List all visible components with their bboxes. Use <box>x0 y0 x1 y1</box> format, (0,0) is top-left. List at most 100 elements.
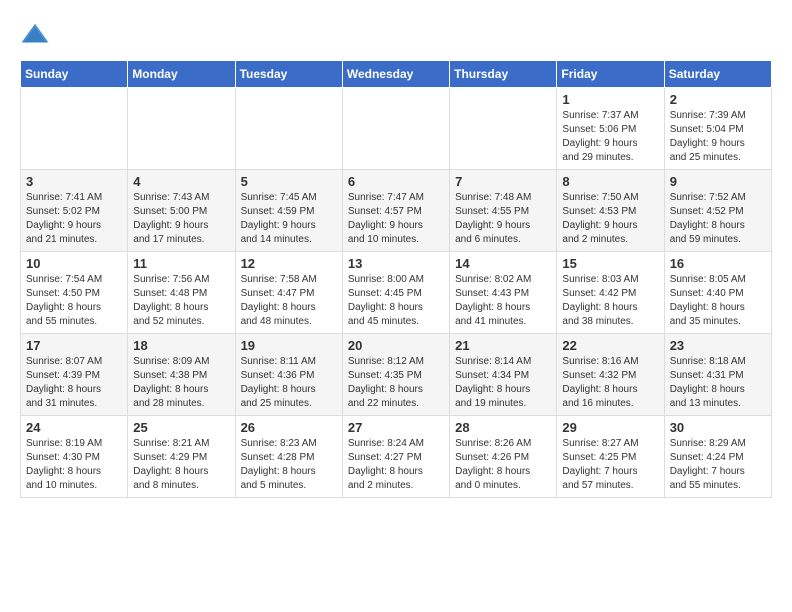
day-number: 5 <box>241 174 337 189</box>
day-info: Sunrise: 8:23 AM Sunset: 4:28 PM Dayligh… <box>241 437 337 493</box>
weekday-header: Sunday <box>21 61 128 88</box>
day-info: Sunrise: 7:52 AM Sunset: 4:52 PM Dayligh… <box>670 191 766 247</box>
calendar-cell: 15 Sunrise: 8:03 AM Sunset: 4:42 PM Dayli… <box>557 252 664 334</box>
day-info: Sunrise: 7:37 AM Sunset: 5:06 PM Dayligh… <box>562 109 658 165</box>
calendar-week-row: 17 Sunrise: 8:07 AM Sunset: 4:39 PM Dayli… <box>21 334 772 416</box>
calendar-table: SundayMondayTuesdayWednesdayThursdayFrid… <box>20 60 772 498</box>
calendar-cell: 14 Sunrise: 8:02 AM Sunset: 4:43 PM Dayli… <box>450 252 557 334</box>
calendar-cell: 4 Sunrise: 7:43 AM Sunset: 5:00 PM Daylig… <box>128 170 235 252</box>
calendar-cell <box>128 88 235 170</box>
calendar-cell: 8 Sunrise: 7:50 AM Sunset: 4:53 PM Daylig… <box>557 170 664 252</box>
weekday-header: Friday <box>557 61 664 88</box>
day-info: Sunrise: 8:26 AM Sunset: 4:26 PM Dayligh… <box>455 437 551 493</box>
day-number: 1 <box>562 92 658 107</box>
day-info: Sunrise: 8:29 AM Sunset: 4:24 PM Dayligh… <box>670 437 766 493</box>
page-header <box>20 20 772 50</box>
logo <box>20 20 55 50</box>
calendar-cell: 29 Sunrise: 8:27 AM Sunset: 4:25 PM Dayli… <box>557 416 664 498</box>
weekday-header: Saturday <box>664 61 771 88</box>
day-number: 23 <box>670 338 766 353</box>
calendar-cell: 20 Sunrise: 8:12 AM Sunset: 4:35 PM Dayli… <box>342 334 449 416</box>
calendar-cell: 21 Sunrise: 8:14 AM Sunset: 4:34 PM Dayli… <box>450 334 557 416</box>
day-info: Sunrise: 8:14 AM Sunset: 4:34 PM Dayligh… <box>455 355 551 411</box>
day-info: Sunrise: 7:39 AM Sunset: 5:04 PM Dayligh… <box>670 109 766 165</box>
calendar-cell: 5 Sunrise: 7:45 AM Sunset: 4:59 PM Daylig… <box>235 170 342 252</box>
day-info: Sunrise: 7:43 AM Sunset: 5:00 PM Dayligh… <box>133 191 229 247</box>
day-info: Sunrise: 8:19 AM Sunset: 4:30 PM Dayligh… <box>26 437 122 493</box>
calendar-cell: 7 Sunrise: 7:48 AM Sunset: 4:55 PM Daylig… <box>450 170 557 252</box>
calendar-header-row: SundayMondayTuesdayWednesdayThursdayFrid… <box>21 61 772 88</box>
calendar-cell: 16Sunrise: 8:05 AM Sunset: 4:40 PM Dayli… <box>664 252 771 334</box>
calendar-cell: 24 Sunrise: 8:19 AM Sunset: 4:30 PM Dayli… <box>21 416 128 498</box>
day-info: Sunrise: 7:45 AM Sunset: 4:59 PM Dayligh… <box>241 191 337 247</box>
day-info: Sunrise: 8:21 AM Sunset: 4:29 PM Dayligh… <box>133 437 229 493</box>
day-info: Sunrise: 8:12 AM Sunset: 4:35 PM Dayligh… <box>348 355 444 411</box>
day-number: 2 <box>670 92 766 107</box>
day-number: 3 <box>26 174 122 189</box>
calendar-cell: 22Sunrise: 8:16 AM Sunset: 4:32 PM Dayli… <box>557 334 664 416</box>
logo-icon <box>20 20 50 50</box>
day-number: 27 <box>348 420 444 435</box>
day-number: 11 <box>133 256 229 271</box>
calendar-cell <box>235 88 342 170</box>
calendar-cell: 9 Sunrise: 7:52 AM Sunset: 4:52 PM Daylig… <box>664 170 771 252</box>
calendar-cell: 6 Sunrise: 7:47 AM Sunset: 4:57 PM Daylig… <box>342 170 449 252</box>
day-info: Sunrise: 7:48 AM Sunset: 4:55 PM Dayligh… <box>455 191 551 247</box>
calendar-cell: 10Sunrise: 7:54 AM Sunset: 4:50 PM Dayli… <box>21 252 128 334</box>
day-number: 9 <box>670 174 766 189</box>
day-info: Sunrise: 8:00 AM Sunset: 4:45 PM Dayligh… <box>348 273 444 329</box>
weekday-header: Wednesday <box>342 61 449 88</box>
day-info: Sunrise: 7:56 AM Sunset: 4:48 PM Dayligh… <box>133 273 229 329</box>
day-number: 17 <box>26 338 122 353</box>
day-info: Sunrise: 8:11 AM Sunset: 4:36 PM Dayligh… <box>241 355 337 411</box>
day-info: Sunrise: 7:41 AM Sunset: 5:02 PM Dayligh… <box>26 191 122 247</box>
day-info: Sunrise: 8:16 AM Sunset: 4:32 PM Dayligh… <box>562 355 658 411</box>
day-number: 25 <box>133 420 229 435</box>
calendar-cell: 26 Sunrise: 8:23 AM Sunset: 4:28 PM Dayli… <box>235 416 342 498</box>
day-number: 18 <box>133 338 229 353</box>
day-number: 30 <box>670 420 766 435</box>
calendar-cell: 1 Sunrise: 7:37 AM Sunset: 5:06 PM Daylig… <box>557 88 664 170</box>
day-info: Sunrise: 8:07 AM Sunset: 4:39 PM Dayligh… <box>26 355 122 411</box>
calendar-cell: 25 Sunrise: 8:21 AM Sunset: 4:29 PM Dayli… <box>128 416 235 498</box>
day-info: Sunrise: 8:05 AM Sunset: 4:40 PM Dayligh… <box>670 273 766 329</box>
day-info: Sunrise: 8:02 AM Sunset: 4:43 PM Dayligh… <box>455 273 551 329</box>
day-number: 24 <box>26 420 122 435</box>
day-number: 19 <box>241 338 337 353</box>
day-number: 20 <box>348 338 444 353</box>
calendar-cell: 27Sunrise: 8:24 AM Sunset: 4:27 PM Dayli… <box>342 416 449 498</box>
weekday-header: Monday <box>128 61 235 88</box>
day-number: 7 <box>455 174 551 189</box>
day-info: Sunrise: 7:50 AM Sunset: 4:53 PM Dayligh… <box>562 191 658 247</box>
day-number: 21 <box>455 338 551 353</box>
calendar-week-row: 3 Sunrise: 7:41 AM Sunset: 5:02 PM Daylig… <box>21 170 772 252</box>
day-number: 8 <box>562 174 658 189</box>
calendar-cell: 23 Sunrise: 8:18 AM Sunset: 4:31 PM Dayli… <box>664 334 771 416</box>
day-number: 6 <box>348 174 444 189</box>
day-info: Sunrise: 7:47 AM Sunset: 4:57 PM Dayligh… <box>348 191 444 247</box>
day-number: 14 <box>455 256 551 271</box>
calendar-cell: 3 Sunrise: 7:41 AM Sunset: 5:02 PM Daylig… <box>21 170 128 252</box>
day-info: Sunrise: 7:54 AM Sunset: 4:50 PM Dayligh… <box>26 273 122 329</box>
day-number: 28 <box>455 420 551 435</box>
calendar-cell: 19 Sunrise: 8:11 AM Sunset: 4:36 PM Dayli… <box>235 334 342 416</box>
day-info: Sunrise: 7:58 AM Sunset: 4:47 PM Dayligh… <box>241 273 337 329</box>
day-number: 29 <box>562 420 658 435</box>
calendar-cell <box>450 88 557 170</box>
calendar-cell <box>342 88 449 170</box>
calendar-week-row: 24 Sunrise: 8:19 AM Sunset: 4:30 PM Dayli… <box>21 416 772 498</box>
calendar-cell: 13 Sunrise: 8:00 AM Sunset: 4:45 PM Dayli… <box>342 252 449 334</box>
day-number: 13 <box>348 256 444 271</box>
day-info: Sunrise: 8:09 AM Sunset: 4:38 PM Dayligh… <box>133 355 229 411</box>
calendar-cell <box>21 88 128 170</box>
calendar-week-row: 10Sunrise: 7:54 AM Sunset: 4:50 PM Dayli… <box>21 252 772 334</box>
day-info: Sunrise: 8:18 AM Sunset: 4:31 PM Dayligh… <box>670 355 766 411</box>
day-number: 15 <box>562 256 658 271</box>
day-info: Sunrise: 8:27 AM Sunset: 4:25 PM Dayligh… <box>562 437 658 493</box>
day-info: Sunrise: 8:03 AM Sunset: 4:42 PM Dayligh… <box>562 273 658 329</box>
day-number: 12 <box>241 256 337 271</box>
calendar-cell: 11 Sunrise: 7:56 AM Sunset: 4:48 PM Dayli… <box>128 252 235 334</box>
day-number: 4 <box>133 174 229 189</box>
weekday-header: Thursday <box>450 61 557 88</box>
day-number: 26 <box>241 420 337 435</box>
